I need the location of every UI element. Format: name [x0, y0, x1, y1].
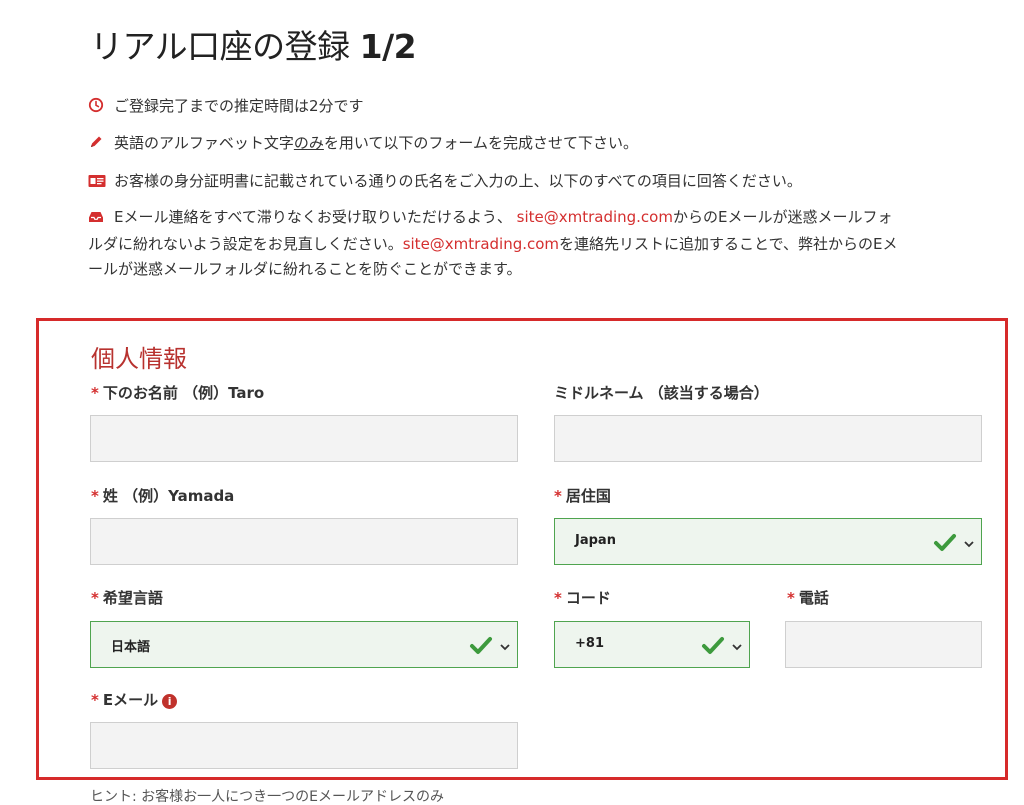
personal-info-form: 個人情報 * 下のお名前 （例）Taro ミドルネーム （該当する場合） * 姓 （… — [36, 318, 1008, 780]
notice-email-line1: Eメール連絡をすべて滞りなくお受け取りいただけるよう、 site@xmtradi… — [88, 205, 978, 232]
first-name-label: * 下のお名前 （例）Taro — [91, 382, 264, 403]
support-email-link-2[interactable]: site@xmtrading.com — [403, 235, 559, 253]
country-label-text: 居住国 — [565, 487, 611, 505]
id-card-icon — [88, 171, 106, 196]
notice-email: Eメール連絡をすべて滞りなくお受け取りいただけるよう、 site@xmtradi… — [88, 205, 978, 282]
step-indicator: 1/2 — [359, 27, 417, 66]
info-icon[interactable]: i — [162, 694, 178, 709]
notice-alphabet-after: を用いて以下のフォームを完成させて下さい。 — [323, 134, 638, 152]
notice-email-text3: ルダに紛れないよう設定をお見直しください。 — [88, 235, 403, 253]
language-label: * 希望言語 — [91, 587, 163, 608]
chevron-down-icon — [499, 638, 511, 651]
clock-icon — [88, 96, 106, 121]
checkmark-icon — [933, 530, 957, 554]
required-mark: * — [554, 589, 562, 607]
email-input[interactable] — [90, 722, 518, 769]
middle-name-input[interactable] — [554, 415, 982, 462]
country-select[interactable]: Japan — [554, 518, 982, 565]
country-label: * 居住国 — [554, 485, 611, 506]
notice-time: ご登録完了までの推定時間は2分です — [88, 94, 978, 121]
notice-email-line3: ールが迷惑メールフォルダに紛れることを防ぐことができます。 — [88, 260, 522, 278]
language-select[interactable]: 日本語 — [90, 621, 518, 668]
checkmark-icon — [469, 633, 493, 657]
notice-email-text4: を連絡先リストに追加することで、弊社からのEメ — [559, 235, 898, 253]
chevron-down-icon — [963, 535, 975, 548]
page-title-text: リアル口座の登録 — [90, 27, 350, 66]
country-code-selected-value: +81 — [575, 636, 604, 651]
language-selected-value: 日本語 — [111, 640, 151, 655]
phone-label: * 電話 — [787, 587, 829, 608]
first-name-input[interactable] — [90, 415, 518, 462]
notice-alphabet-before: 英語のアルファベット文字 — [114, 134, 294, 152]
required-mark: * — [91, 691, 99, 709]
pencil-icon — [88, 133, 106, 158]
email-hint: ヒント: お客様お一人につき一つのEメールアドレスのみ — [90, 789, 445, 805]
email-label: * Eメール i — [91, 689, 178, 710]
notice-id: お客様の身分証明書に記載されている通りの氏名をご入力の上、以下のすべての項目に回… — [88, 169, 978, 196]
notice-email-text1: Eメール連絡をすべて滞りなくお受け取りいただけるよう、 — [114, 208, 512, 226]
notice-time-text: ご登録完了までの推定時間は2分です — [114, 97, 364, 115]
notice-email-line2: ルダに紛れないよう設定をお見直しください。site@xmtrading.comを… — [88, 232, 978, 257]
required-mark: * — [91, 384, 99, 402]
required-mark: * — [787, 589, 795, 607]
country-selected-value: Japan — [575, 533, 616, 548]
last-name-input[interactable] — [90, 518, 518, 565]
notice-email-text2: からのEメールが迷惑メールフォ — [672, 208, 893, 226]
language-label-text: 希望言語 — [102, 589, 163, 607]
email-label-text: Eメール — [102, 691, 159, 709]
phone-input[interactable] — [785, 621, 982, 668]
required-mark: * — [91, 487, 99, 505]
phone-label-text: 電話 — [798, 589, 829, 607]
page-title: リアル口座の登録 1/2 — [90, 20, 417, 68]
inbox-icon — [88, 207, 106, 232]
country-code-select[interactable]: +81 — [554, 621, 750, 668]
checkmark-icon — [701, 633, 725, 657]
notice-id-text: お客様の身分証明書に記載されている通りの氏名をご入力の上、以下のすべての項目に回… — [114, 172, 802, 190]
last-name-label: * 姓 （例）Yamada — [91, 485, 234, 506]
last-name-label-text: 姓 （例）Yamada — [102, 487, 235, 505]
notice-alphabet: 英語のアルファベット文字のみを用いて以下のフォームを完成させて下さい。 — [88, 131, 978, 158]
required-mark: * — [91, 589, 99, 607]
code-label-text: コード — [565, 589, 611, 607]
first-name-label-text: 下のお名前 （例）Taro — [102, 384, 265, 402]
support-email-link[interactable]: site@xmtrading.com — [517, 208, 673, 226]
chevron-down-icon — [731, 638, 743, 651]
required-mark: * — [554, 487, 562, 505]
notice-alphabet-emphasis: のみ — [293, 134, 324, 152]
section-title: 個人情報 — [91, 345, 187, 373]
middle-name-label: ミドルネーム （該当する場合） — [554, 384, 769, 402]
code-label: * コード — [554, 587, 611, 608]
